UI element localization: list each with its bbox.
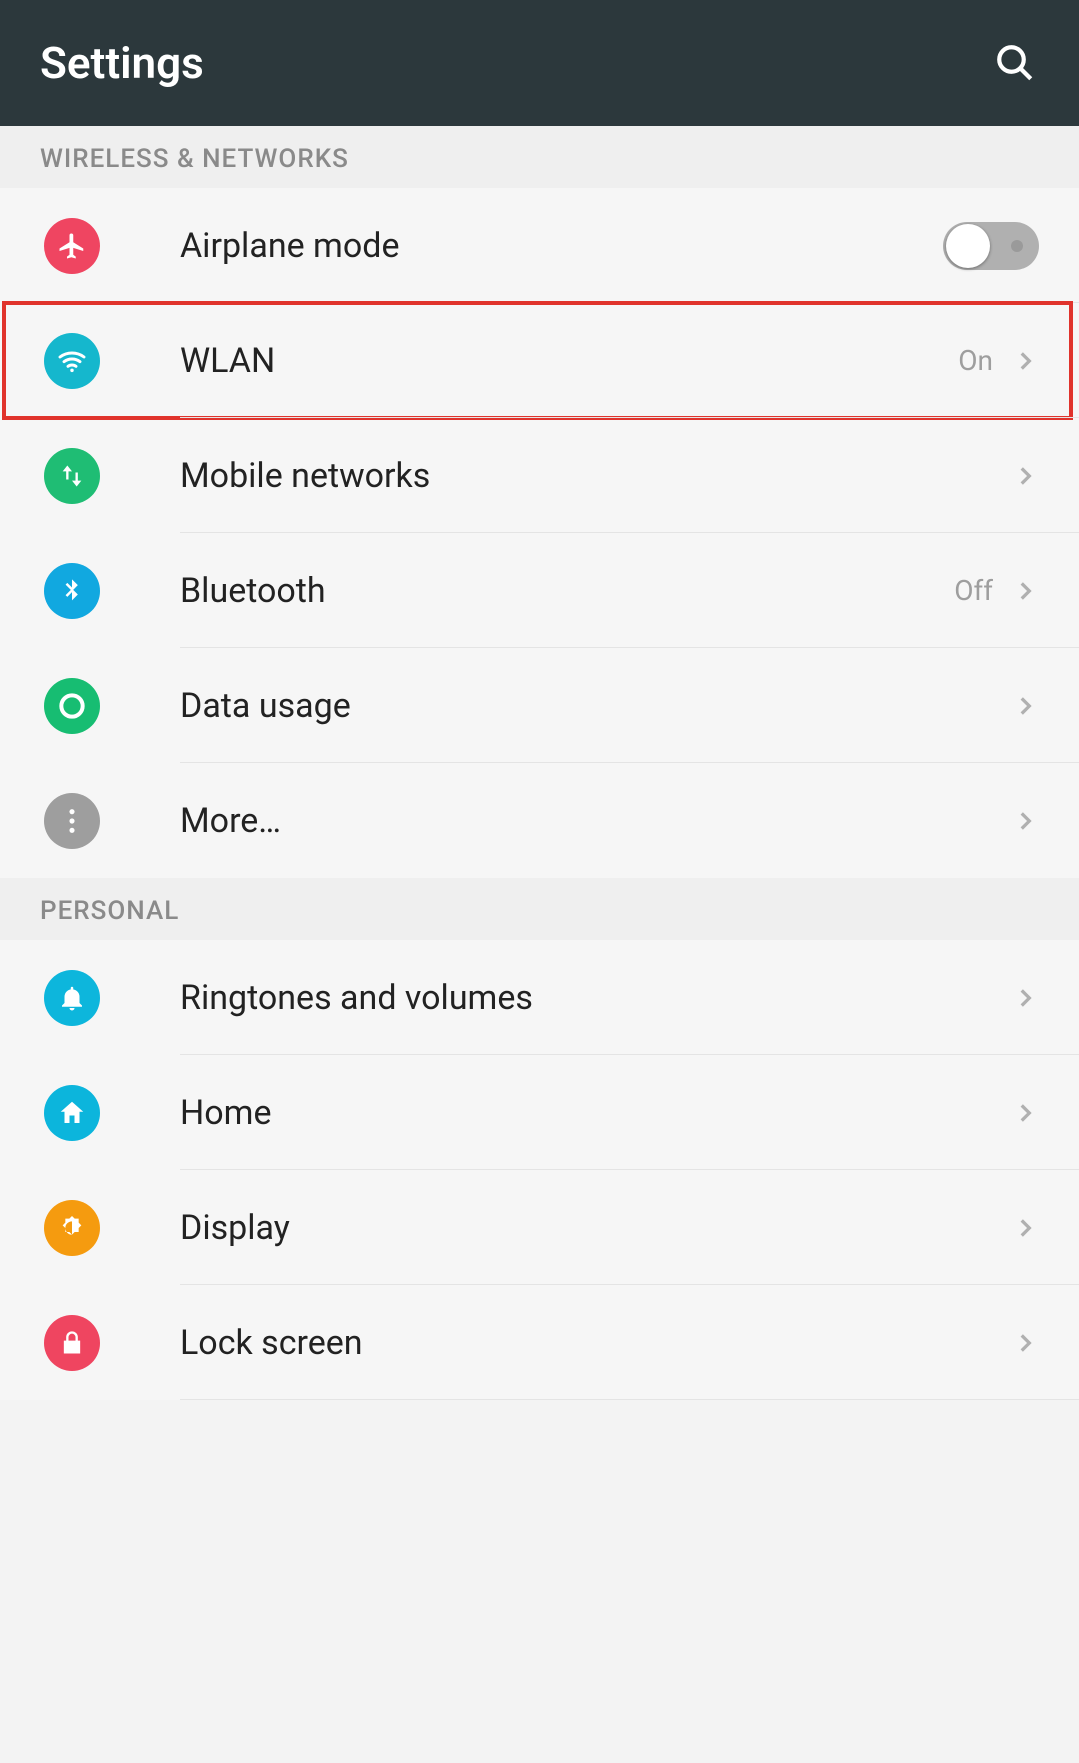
bell-icon — [44, 970, 100, 1026]
row-label: Airplane mode — [180, 226, 943, 266]
section-list-personal: Ringtones and volumes Home Display Lock … — [0, 940, 1079, 1400]
brightness-icon — [44, 1200, 100, 1256]
section-list-wireless: Airplane mode WLAN On Mobile networks — [0, 188, 1079, 878]
chevron-right-icon — [1011, 984, 1039, 1012]
row-label: WLAN — [180, 341, 958, 381]
row-label: Ringtones and volumes — [180, 978, 1011, 1018]
row-status: On — [958, 344, 993, 377]
toggle-knob — [946, 224, 990, 268]
row-status: Off — [954, 574, 993, 607]
more-icon — [44, 793, 100, 849]
row-airplane-mode[interactable]: Airplane mode — [0, 188, 1079, 303]
lock-icon — [44, 1315, 100, 1371]
section-header-personal: PERSONAL — [0, 878, 1079, 940]
row-label: Data usage — [180, 686, 1011, 726]
wifi-icon — [44, 333, 100, 389]
mobile-data-icon — [44, 448, 100, 504]
row-label: Mobile networks — [180, 456, 1011, 496]
chevron-right-icon — [1011, 577, 1039, 605]
chevron-right-icon — [1011, 462, 1039, 490]
airplane-toggle[interactable] — [943, 222, 1039, 270]
row-label: Bluetooth — [180, 571, 954, 611]
row-label: Lock screen — [180, 1323, 1011, 1363]
search-button[interactable] — [991, 39, 1039, 87]
row-bluetooth[interactable]: Bluetooth Off — [0, 533, 1079, 648]
airplane-icon — [44, 218, 100, 274]
section-header-wireless: WIRELESS & NETWORKS — [0, 126, 1079, 188]
chevron-right-icon — [1011, 1214, 1039, 1242]
chevron-right-icon — [1011, 1329, 1039, 1357]
chevron-right-icon — [1011, 1099, 1039, 1127]
row-more[interactable]: More… — [0, 763, 1079, 878]
page-title: Settings — [40, 37, 204, 89]
row-label: More… — [180, 801, 1011, 841]
row-mobile-networks[interactable]: Mobile networks — [0, 418, 1079, 533]
data-usage-icon — [44, 678, 100, 734]
chevron-right-icon — [1011, 692, 1039, 720]
row-label: Display — [180, 1208, 1011, 1248]
row-wlan[interactable]: WLAN On — [0, 303, 1079, 418]
home-icon — [44, 1085, 100, 1141]
row-data-usage[interactable]: Data usage — [0, 648, 1079, 763]
search-icon — [994, 42, 1036, 84]
row-ringtones[interactable]: Ringtones and volumes — [0, 940, 1079, 1055]
chevron-right-icon — [1011, 807, 1039, 835]
divider — [180, 1399, 1079, 1400]
toggle-indicator — [1011, 240, 1023, 252]
chevron-right-icon — [1011, 347, 1039, 375]
row-label: Home — [180, 1093, 1011, 1133]
app-header: Settings — [0, 0, 1079, 126]
bluetooth-icon — [44, 563, 100, 619]
row-display[interactable]: Display — [0, 1170, 1079, 1285]
row-lock-screen[interactable]: Lock screen — [0, 1285, 1079, 1400]
row-home[interactable]: Home — [0, 1055, 1079, 1170]
